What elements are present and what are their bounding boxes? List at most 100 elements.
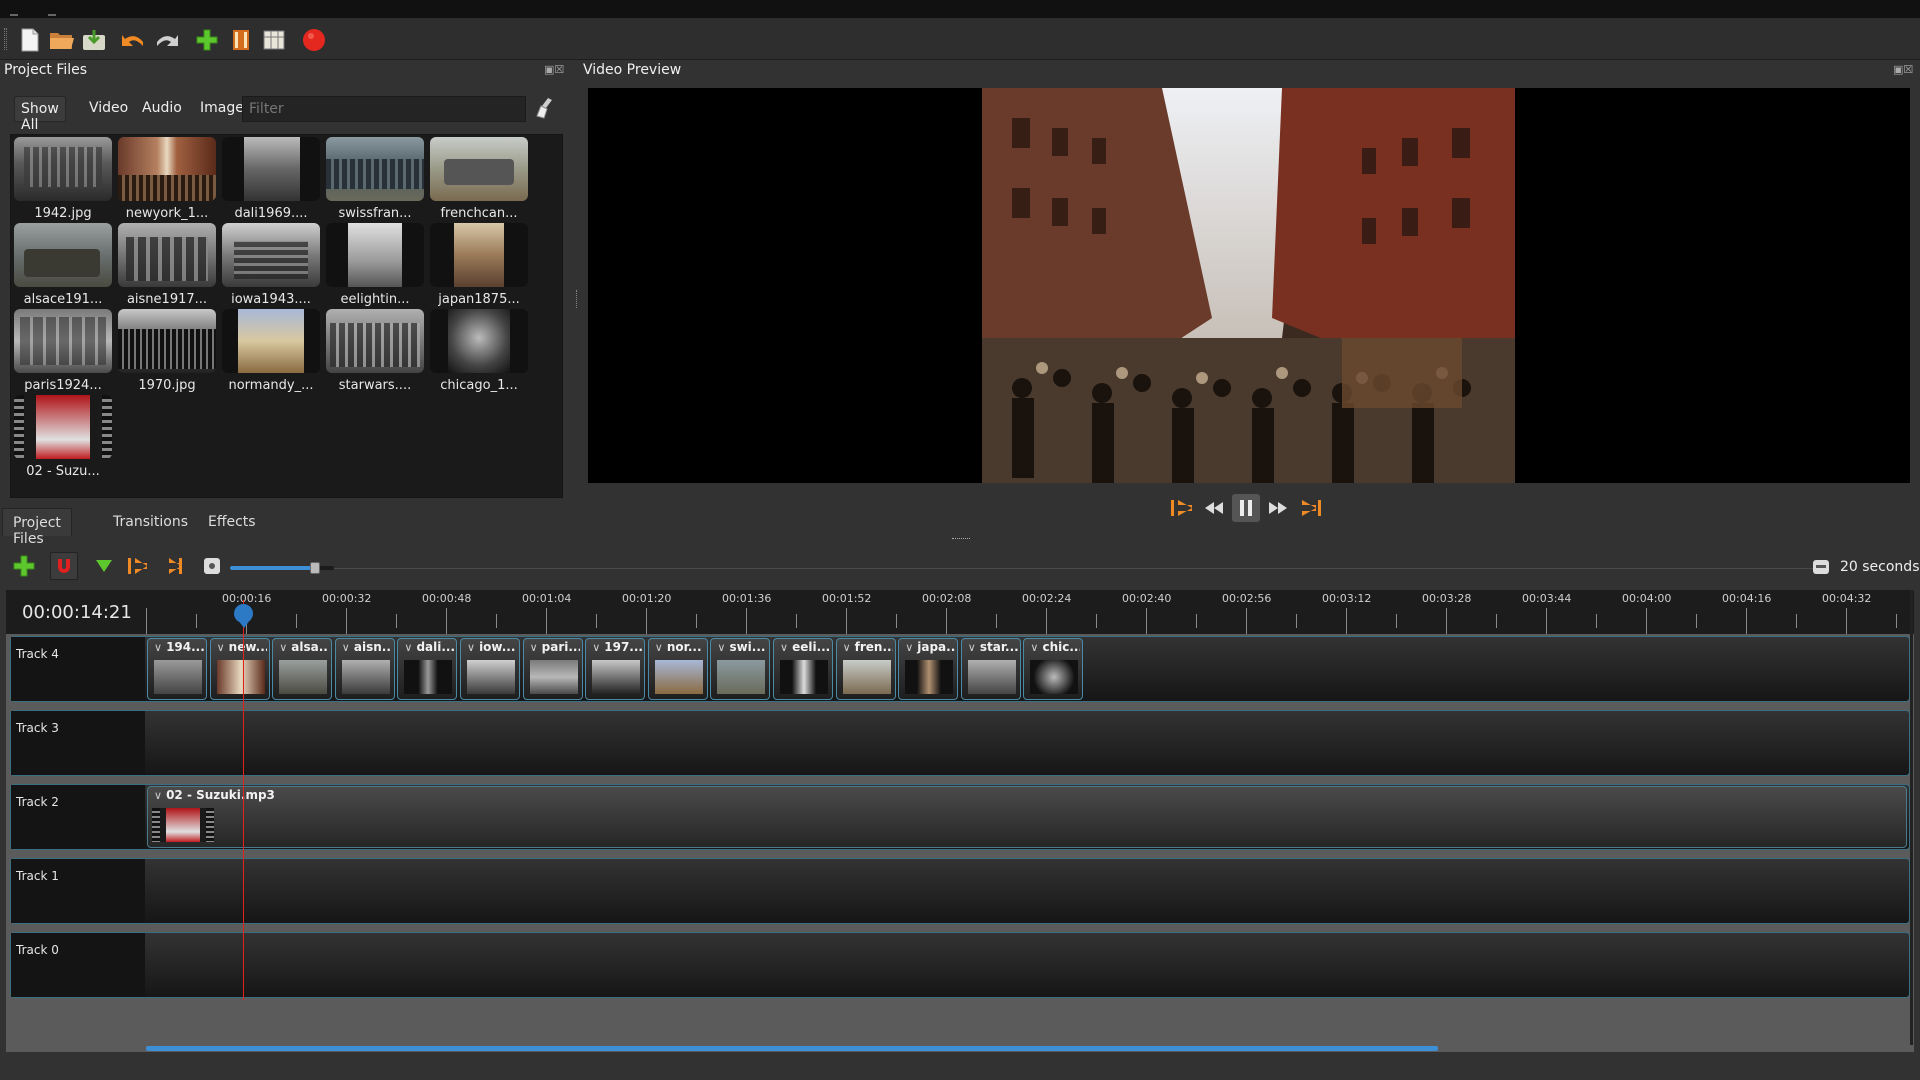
ruler-tick (546, 608, 547, 634)
file-item[interactable]: starwars.... (323, 309, 427, 395)
next-marker-icon[interactable] (158, 552, 186, 580)
image-clip[interactable]: new... (209, 638, 270, 700)
add-marker-icon[interactable] (90, 552, 118, 580)
image-clip[interactable]: nor... (647, 638, 708, 700)
image-clip[interactable]: star... (960, 638, 1021, 700)
zoom-slider-handle[interactable] (310, 562, 321, 574)
filter-audio-button[interactable]: Audio (136, 96, 188, 122)
rewind-icon[interactable] (1200, 494, 1228, 522)
clip-title: fren... (843, 640, 893, 654)
image-clip[interactable]: chic... (1023, 638, 1084, 700)
ruler-tick (696, 614, 697, 628)
track-lane[interactable] (145, 711, 1909, 775)
dock-float-close-icon[interactable]: ▣☒ (544, 63, 564, 76)
track-lane[interactable]: 02 - Suzuki.mp3 (145, 785, 1909, 849)
track-lane[interactable] (145, 933, 1909, 997)
file-item[interactable]: swissfran... (323, 137, 427, 223)
ruler-tick (646, 608, 647, 634)
image-clip[interactable]: aisn... (334, 638, 395, 700)
clear-filter-icon[interactable] (532, 96, 558, 122)
timeline-vertical-scrollbar[interactable] (1910, 590, 1913, 1045)
filter-show-all-button[interactable]: Show All (14, 96, 66, 133)
snap-magnet-icon[interactable] (50, 552, 78, 580)
tab-effects[interactable]: Effects (198, 508, 266, 536)
track-lane[interactable] (145, 859, 1909, 923)
video-preview-title: Video Preview (583, 62, 682, 78)
file-item[interactable]: 1970.jpg (115, 309, 219, 395)
track-1[interactable]: Track 1 (10, 858, 1910, 924)
track-0[interactable]: Track 0 (10, 932, 1910, 998)
file-item[interactable]: 1942.jpg (11, 137, 115, 223)
splitter-handle[interactable] (952, 538, 970, 540)
new-project-icon[interactable] (16, 26, 44, 54)
timeline-horizontal-scrollbar[interactable] (146, 1046, 1438, 1051)
file-item[interactable]: paris1924... (11, 309, 115, 395)
open-project-icon[interactable] (48, 26, 76, 54)
file-thumbnail (326, 309, 424, 373)
file-item[interactable]: newyork_1... (115, 137, 219, 223)
add-track-icon[interactable] (10, 552, 38, 580)
fast-forward-icon[interactable] (1264, 494, 1292, 522)
clip-thumbnail (842, 660, 891, 694)
dock-float-close-icon[interactable]: ▣☒ (1893, 63, 1913, 76)
project-files-list[interactable]: 1942.jpg newyork_1... dali1969.... swiss… (10, 134, 563, 498)
clip-title: eeli... (780, 640, 830, 654)
track-2[interactable]: Track 2 02 - Suzuki.mp3 (10, 784, 1910, 850)
file-item[interactable]: japan1875... (427, 223, 531, 309)
timeline[interactable]: 00:00:14:21 00:00:16 00:00:32 00:00:48 00:0… (6, 590, 1914, 1052)
file-item[interactable]: chicago_1... (427, 309, 531, 395)
image-clip[interactable]: swi... (710, 638, 771, 700)
filter-video-button[interactable]: Video (83, 96, 134, 122)
image-clip[interactable]: 197... (585, 638, 646, 700)
center-timeline-icon[interactable] (198, 552, 226, 580)
image-clip[interactable]: pari... (522, 638, 583, 700)
image-clip[interactable]: eeli... (773, 638, 833, 700)
save-project-icon[interactable] (80, 26, 108, 54)
image-clip[interactable]: japa... (898, 638, 959, 700)
image-clip[interactable]: 194... (147, 638, 207, 700)
file-item[interactable]: frenchcan... (427, 137, 531, 223)
filter-input[interactable] (242, 96, 526, 122)
project-files-title: Project Files (4, 62, 88, 78)
choose-profile-icon[interactable] (227, 26, 255, 54)
toolbar-grip[interactable] (4, 28, 7, 50)
track-4[interactable]: Track 4 194... new... alsa... aisn... dali..… (10, 636, 1910, 702)
file-item[interactable]: iowa1943.... (219, 223, 323, 309)
track-3[interactable]: Track 3 (10, 710, 1910, 776)
zoom-slider[interactable] (230, 562, 334, 574)
previous-marker-icon[interactable] (124, 552, 152, 580)
jump-to-start-icon[interactable] (1168, 494, 1196, 522)
track-lane[interactable]: 194... new... alsa... aisn... dali... iow... p… (145, 637, 1909, 701)
timeline-ruler[interactable]: 00:00:14:21 00:00:16 00:00:32 00:00:48 00:0… (6, 590, 1914, 634)
file-thumbnail (222, 223, 320, 287)
file-thumbnail (14, 309, 112, 373)
tab-project-files[interactable]: Project Files (2, 508, 72, 547)
file-item[interactable]: normandy_... (219, 309, 323, 395)
undo-icon[interactable] (120, 26, 148, 54)
redo-icon[interactable] (152, 26, 180, 54)
ruler-tick (1896, 614, 1897, 628)
ruler-tick (1196, 614, 1197, 628)
file-item[interactable]: eelightin... (323, 223, 427, 309)
menu-remnant (10, 14, 18, 16)
file-thumbnail (326, 137, 424, 201)
image-clip[interactable]: alsa... (272, 638, 333, 700)
image-clip[interactable]: fren... (835, 638, 896, 700)
image-clip[interactable]: iow... (460, 638, 520, 700)
ruler-tick (746, 608, 747, 634)
audio-clip[interactable]: 02 - Suzuki.mp3 (147, 786, 1907, 848)
pause-icon[interactable] (1232, 494, 1260, 522)
file-item[interactable]: alsace191... (11, 223, 115, 309)
export-video-icon[interactable] (300, 26, 328, 54)
tab-transitions[interactable]: Transitions (103, 508, 198, 536)
file-item[interactable]: 02 - Suzu... (11, 395, 115, 481)
file-item[interactable]: dali1969.... (219, 137, 323, 223)
import-files-icon[interactable] (193, 26, 221, 54)
video-preview-screen[interactable] (588, 88, 1910, 483)
jump-to-end-icon[interactable] (1296, 494, 1324, 522)
file-item[interactable]: aisne1917... (115, 223, 219, 309)
window-title-strip (0, 0, 1920, 18)
image-clip[interactable]: dali... (397, 638, 458, 700)
fullscreen-icon[interactable] (260, 26, 288, 54)
splitter-handle[interactable] (576, 290, 579, 308)
